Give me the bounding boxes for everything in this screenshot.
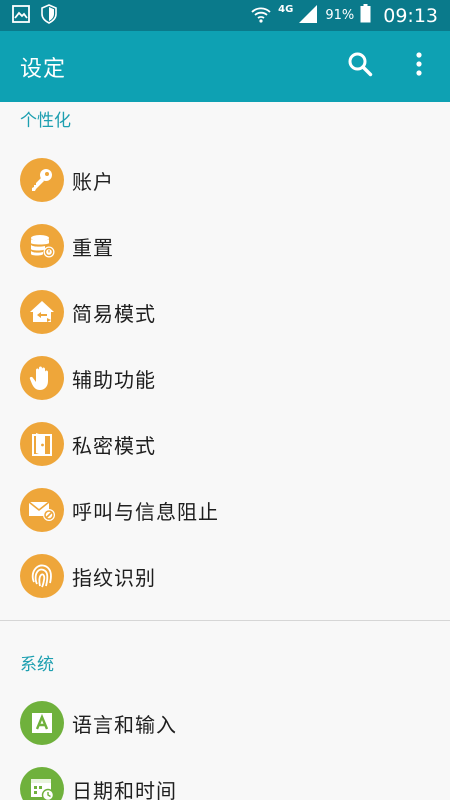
settings-item-language-input[interactable]: 语言和输入 xyxy=(0,690,450,756)
settings-item-date-time[interactable]: 日期和时间 xyxy=(0,756,450,800)
signal-strength-icon xyxy=(297,4,319,28)
status-notifications xyxy=(12,4,58,28)
backup-reset-icon xyxy=(20,224,64,268)
settings-item-label: 私密模式 xyxy=(72,434,156,458)
calendar-clock-icon xyxy=(20,767,64,800)
settings-item-call-message-blocking[interactable]: 呼叫与信息阻止 xyxy=(0,477,450,543)
search-icon xyxy=(347,51,373,81)
more-options-button[interactable] xyxy=(402,49,436,83)
settings-item-label: 日期和时间 xyxy=(72,779,177,800)
settings-item-label: 简易模式 xyxy=(72,302,156,326)
easy-mode-home-icon xyxy=(20,290,64,334)
settings-item-label: 账户 xyxy=(72,170,114,194)
wifi-icon xyxy=(250,5,272,27)
settings-item-private-mode[interactable]: 私密模式 xyxy=(0,411,450,477)
settings-item-label: 辅助功能 xyxy=(72,368,156,392)
gallery-notification-icon xyxy=(12,5,30,27)
key-icon xyxy=(20,158,64,202)
settings-item-label: 呼叫与信息阻止 xyxy=(72,500,219,524)
more-vertical-icon xyxy=(415,51,423,81)
settings-list: 个性化 账户 重置 简易模式 辅助功能 私密模式 呼叫与信息阻止 指纹识别 系统… xyxy=(0,102,450,800)
settings-item-easy-mode[interactable]: 简易模式 xyxy=(0,279,450,345)
settings-item-fingerprint[interactable]: 指纹识别 xyxy=(0,543,450,609)
hand-icon xyxy=(20,356,64,400)
section-divider xyxy=(0,620,450,621)
settings-item-accounts[interactable]: 账户 xyxy=(0,147,450,213)
page-title: 设定 xyxy=(20,57,67,82)
section-header-personalization: 个性化 xyxy=(20,111,71,131)
settings-item-label: 重置 xyxy=(72,236,114,260)
search-button[interactable] xyxy=(343,49,377,83)
clock-time: 09:13 xyxy=(383,4,438,27)
network-type-label: 4G xyxy=(278,4,294,15)
battery-icon xyxy=(360,4,371,27)
status-bar: 4G 91% 09:13 xyxy=(0,0,450,31)
private-mode-door-icon xyxy=(20,422,64,466)
battery-percent: 91% xyxy=(325,8,355,23)
envelope-block-icon xyxy=(20,488,64,532)
security-shield-icon xyxy=(40,4,58,28)
status-indicators: 4G 91% 09:13 xyxy=(250,2,438,29)
settings-screen: 4G 91% 09:13 设定 个性化 账户 重置 简易模式 辅助功能 私密模式… xyxy=(0,0,450,800)
app-bar: 设定 xyxy=(0,31,450,102)
settings-item-label: 指纹识别 xyxy=(72,566,156,590)
settings-item-label: 语言和输入 xyxy=(72,713,177,737)
fingerprint-icon xyxy=(20,554,64,598)
section-header-system: 系统 xyxy=(20,655,54,675)
settings-item-accessibility[interactable]: 辅助功能 xyxy=(0,345,450,411)
language-a-icon xyxy=(20,701,64,745)
settings-item-backup-reset[interactable]: 重置 xyxy=(0,213,450,279)
